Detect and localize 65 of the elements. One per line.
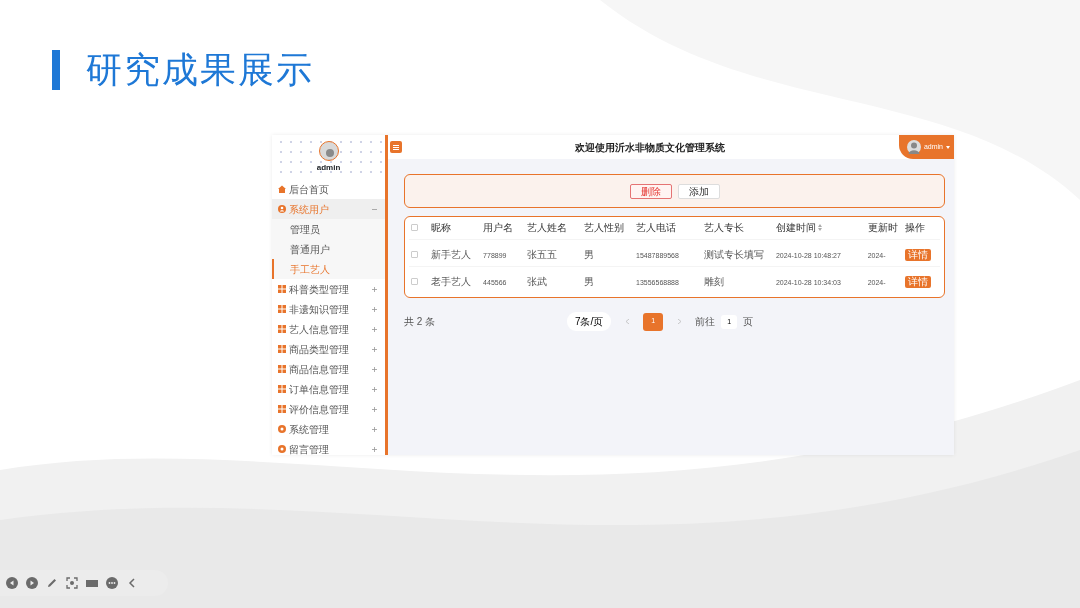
menu-item[interactable]: 商品信息管理 <box>272 359 385 379</box>
table-cell: 老手艺人 <box>430 275 471 287</box>
table-cell: 测试专长填写 <box>703 248 764 260</box>
column-header: 用户名 <box>483 221 514 236</box>
grid-icon <box>278 385 286 393</box>
screenshot-icon[interactable] <box>66 577 78 589</box>
pen-icon[interactable] <box>46 577 58 589</box>
page-suffix: 页 <box>743 315 754 329</box>
table-cell: 新手艺人 <box>430 248 471 260</box>
submenu-item[interactable]: 普通用户 <box>272 239 385 259</box>
header-title: 欢迎使用沂水非物质文化管理系统 <box>574 140 727 155</box>
avatar <box>318 141 339 161</box>
previous-icon[interactable] <box>6 577 18 589</box>
menu-item[interactable]: 科普类型管理 <box>272 279 385 299</box>
column-header: 艺人专长 <box>703 221 744 236</box>
grid-icon <box>278 305 286 313</box>
table-cell: 张武 <box>526 275 547 287</box>
grid-icon <box>278 345 286 353</box>
delete-button[interactable]: 删除 <box>629 183 672 199</box>
chevron-left-icon[interactable] <box>126 577 138 589</box>
grid-icon <box>278 405 286 413</box>
goto-label: 前往 <box>695 315 716 329</box>
username: admin <box>316 163 341 173</box>
grid-icon <box>278 285 286 293</box>
menu-item[interactable]: 系统管理 <box>272 419 385 439</box>
menu-item[interactable]: 非遗知识管理 <box>272 299 385 319</box>
slide-title: 研究成果展示 <box>86 50 314 90</box>
grid-icon <box>278 325 286 333</box>
menu-button[interactable] <box>390 141 402 153</box>
menu-item[interactable]: 留言管理 <box>272 439 385 459</box>
menu-item[interactable]: 评价信息管理 <box>272 399 385 419</box>
menu-item[interactable]: 商品类型管理 <box>272 339 385 359</box>
submenu-item[interactable]: 管理员 <box>272 219 385 239</box>
menu-icon <box>393 144 399 150</box>
column-header: 创建时间 <box>775 221 816 236</box>
menu-item[interactable]: 后台首页 <box>272 179 385 199</box>
more-icon[interactable] <box>106 577 118 589</box>
table-cell: 张五五 <box>526 248 557 260</box>
chevron-right-icon <box>677 319 681 324</box>
total-count: 共 2 条 <box>404 315 436 329</box>
column-header: 操作 <box>904 221 925 236</box>
menu-item[interactable]: 订单信息管理 <box>272 379 385 399</box>
column-header: 更新时 <box>867 221 898 236</box>
caret-icon <box>946 145 950 149</box>
column-header: 艺人电话 <box>636 221 677 236</box>
menu-item[interactable]: 艺人信息管理 <box>272 319 385 339</box>
checkbox[interactable] <box>411 224 418 232</box>
column-header: 艺人姓名 <box>526 221 567 236</box>
checkbox[interactable] <box>411 250 418 258</box>
grid-icon <box>278 365 286 373</box>
chevron-left-icon <box>625 319 629 324</box>
add-button[interactable]: 添加 <box>677 183 720 199</box>
avatar <box>906 140 921 154</box>
user-icon <box>278 205 286 213</box>
table-cell: 男 <box>583 275 594 287</box>
next-icon[interactable] <box>26 577 38 589</box>
column-header: 昵称 <box>430 221 451 236</box>
gear-icon <box>278 425 286 433</box>
checkbox[interactable] <box>411 277 418 285</box>
column-header: 艺人性别 <box>583 221 624 236</box>
table-cell: 男 <box>583 248 594 260</box>
page-size-select[interactable]: 7条/页 <box>566 312 612 331</box>
home-icon <box>278 185 286 193</box>
table-cell: 雕刻 <box>703 275 724 287</box>
title-accent-bar <box>52 50 60 90</box>
